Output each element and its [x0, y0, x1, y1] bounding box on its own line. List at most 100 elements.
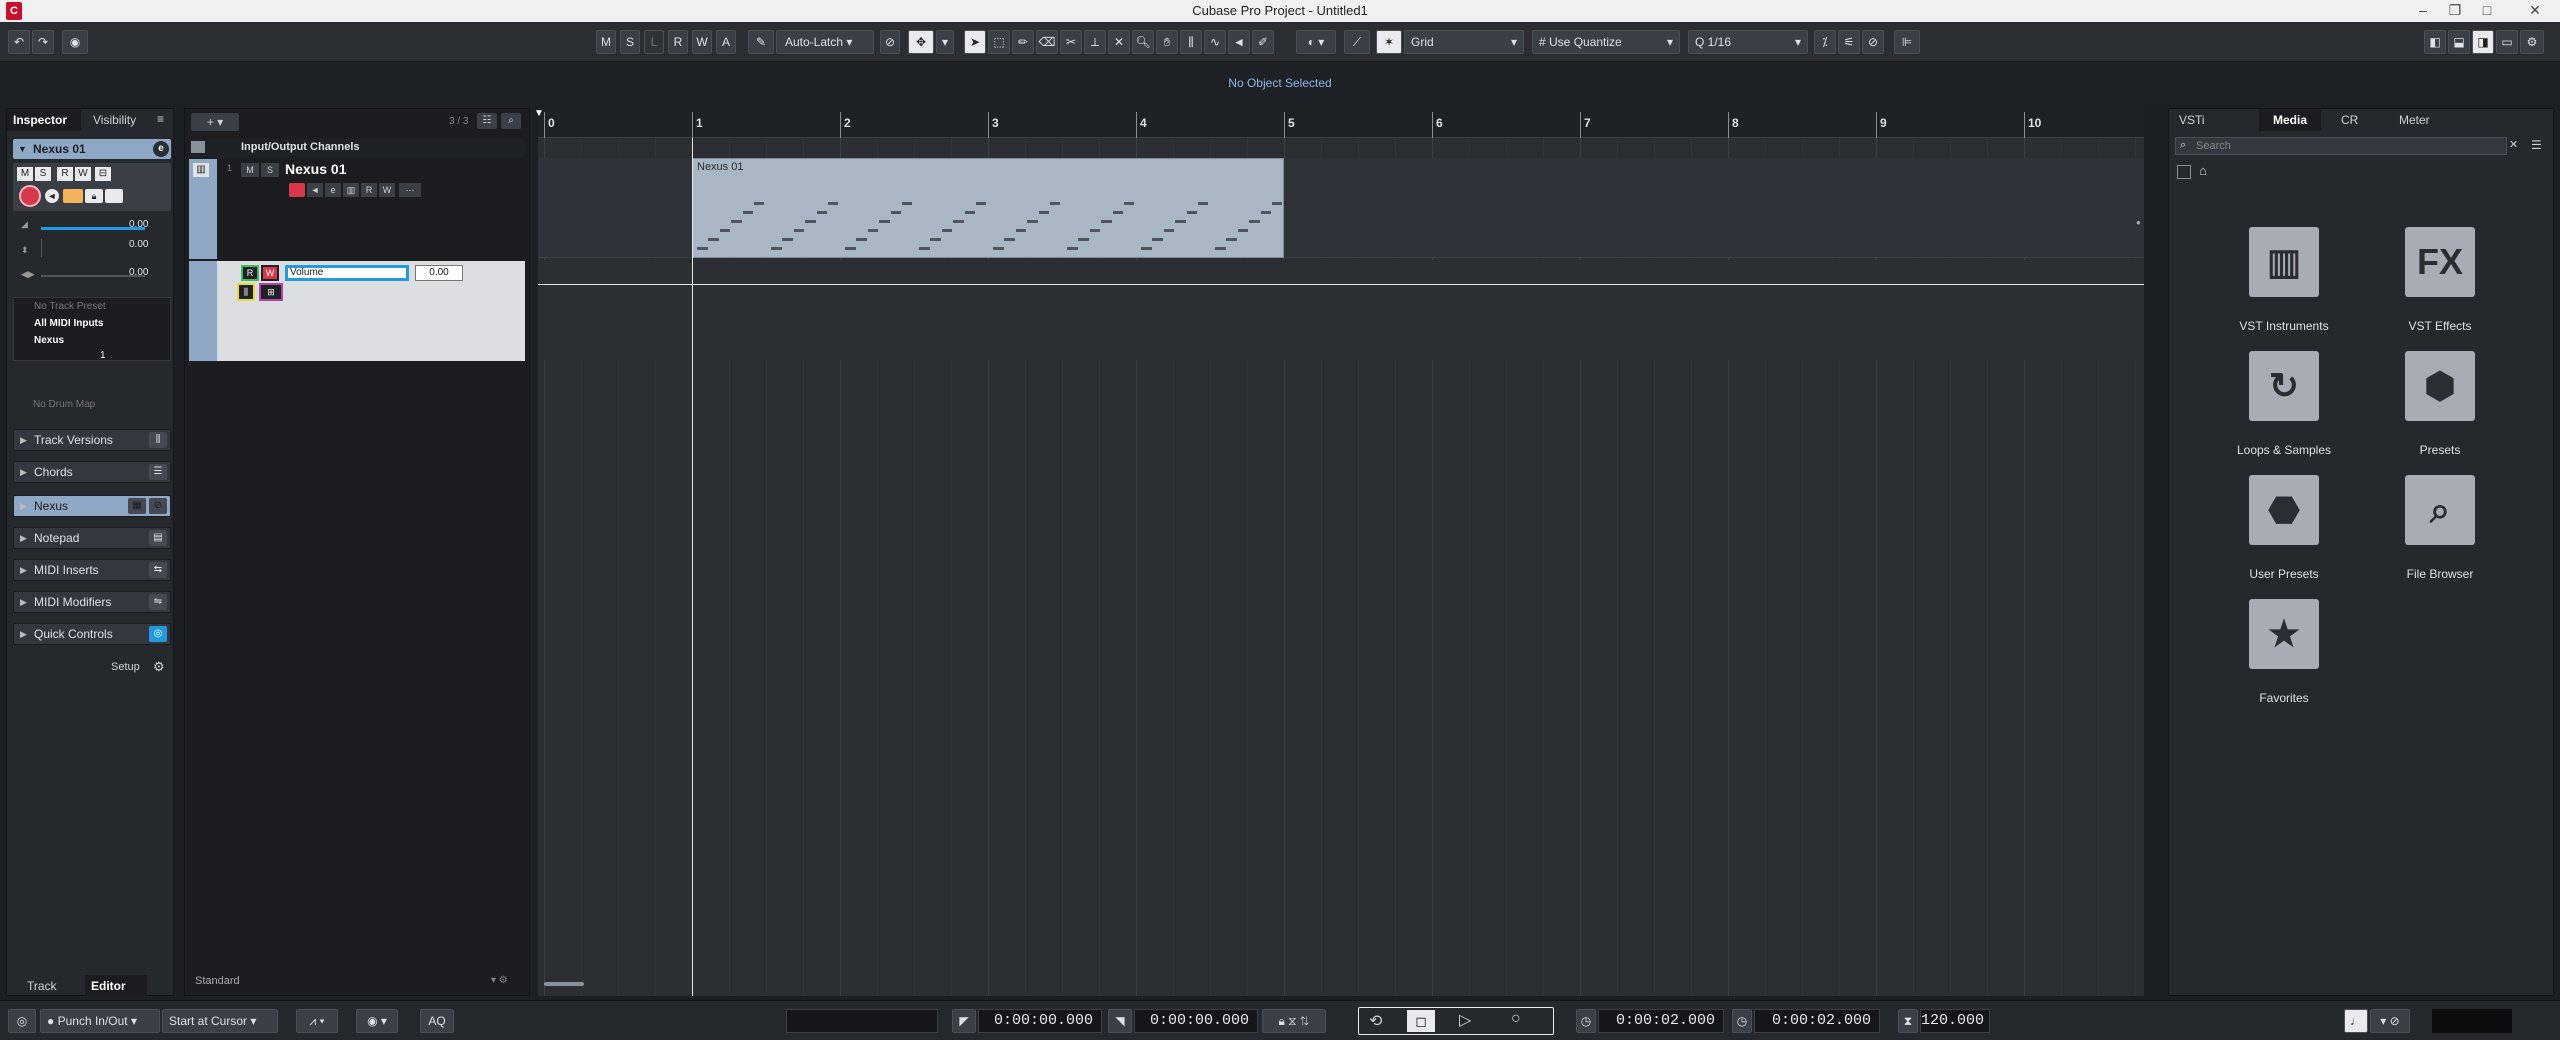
midi-note[interactable] [1152, 238, 1163, 241]
midi-note[interactable] [975, 202, 987, 205]
tile-loops-samples-label[interactable]: Loops & Samples [2204, 443, 2364, 457]
midi-part[interactable]: Nexus 01 [692, 158, 1284, 258]
mute-all-button[interactable]: M [596, 30, 616, 54]
midi-note[interactable] [856, 238, 867, 241]
metronome-settings-icon[interactable]: ▾ ⊘ [2370, 1009, 2410, 1033]
section-nexus[interactable]: ▶ Nexus ▦ ⊘ [13, 495, 171, 517]
midi-modifiers-icon[interactable]: ⇋ [149, 594, 167, 610]
midi-note[interactable] [964, 211, 976, 214]
midi-note[interactable] [1101, 220, 1112, 223]
midi-note[interactable] [867, 229, 879, 232]
edit-instrument-icon[interactable]: ▦ [128, 498, 146, 514]
punch-select[interactable]: ● Punch In/Out ▾ [40, 1009, 160, 1033]
automation-read-button[interactable]: R [241, 265, 259, 281]
secondary-time-display[interactable]: 0:00:02.000 [1754, 1009, 1880, 1033]
track-write-button[interactable]: W [379, 183, 395, 197]
project-sync-icon[interactable]: ◉ ▾ [356, 1009, 398, 1033]
track-read-button[interactable]: R [361, 183, 377, 197]
midi-note[interactable] [1141, 247, 1152, 250]
tile-user-presets-label[interactable]: User Presets [2204, 567, 2364, 581]
monitor-icon[interactable]: ◄ [45, 189, 59, 203]
start-mode-select[interactable]: Start at Cursor ▾ [162, 1009, 278, 1033]
midi-inserts-icon[interactable]: ⇆ [149, 562, 167, 578]
section-midi-modifiers[interactable]: ▶ MIDI Modifiers ⇋ [13, 591, 171, 613]
automation-add-button[interactable]: ⊞ [259, 283, 283, 301]
lanes-icon[interactable]: ⊟ [95, 167, 111, 181]
transport-zone-icon[interactable]: ▭ [2496, 30, 2518, 54]
midi-note[interactable] [1112, 211, 1124, 214]
autoscroll-dropdown-icon[interactable]: ▾ [936, 30, 954, 54]
drum-map-field[interactable]: No Drum Map [33, 399, 95, 410]
midi-note[interactable] [1237, 229, 1249, 232]
tempo-display[interactable]: 120.000 [1920, 1009, 1990, 1033]
section-track-versions[interactable]: ▶ Track Versions ⫼ [13, 429, 171, 451]
stop-icon[interactable]: ◻ [1407, 1010, 1435, 1032]
quantize-reset-icon[interactable]: ⊘ [1862, 30, 1884, 54]
zoom-slider-knob[interactable]: ● [2136, 218, 2141, 227]
solo-button[interactable]: S [35, 167, 51, 181]
midi-note[interactable] [993, 247, 1004, 250]
glue-tool-icon[interactable]: ⟂ [1084, 30, 1106, 54]
tracklist-footer-dropdown-icon[interactable]: ▾ ⚙ [491, 975, 508, 986]
deactivate-icon[interactable]: ⊘ [149, 498, 167, 514]
tab-media[interactable]: Media [2259, 109, 2321, 131]
midi-note[interactable] [827, 202, 839, 205]
midi-note[interactable] [719, 229, 731, 232]
midi-note[interactable] [1249, 220, 1260, 223]
line-tool-icon[interactable]: ∿ [1204, 30, 1226, 54]
constrain-delay-icon[interactable]: ◉ [62, 30, 88, 54]
media-checkbox[interactable] [2177, 165, 2191, 179]
track-preset-field[interactable]: No Track Preset [34, 301, 106, 312]
midi-note[interactable] [901, 202, 913, 205]
automation-lanes-button[interactable]: ⫼ [237, 283, 255, 301]
quantize-preset-select[interactable]: Q 1/16 ▾ [1688, 30, 1808, 54]
tab-meter[interactable]: Meter [2393, 109, 2453, 131]
automation-write-button[interactable]: W [261, 265, 279, 281]
write-automation-button[interactable]: W [692, 30, 712, 54]
loop-icon[interactable]: ↻ [2249, 351, 2319, 421]
section-chords[interactable]: ▶ Chords ☰ [13, 461, 171, 483]
midi-note[interactable] [771, 247, 782, 250]
tile-file-browser-label[interactable]: File Browser [2360, 567, 2520, 581]
notepad-icon[interactable]: ▤ [149, 530, 167, 546]
midi-note[interactable] [1027, 220, 1038, 223]
track-search-icon[interactable]: ⌕ [501, 113, 521, 129]
activate-all-button[interactable]: A [716, 30, 736, 54]
setup-label[interactable]: Setup [111, 661, 140, 673]
maximize-icon[interactable]: □ [2472, 2, 2502, 18]
midi-note[interactable] [1067, 247, 1078, 250]
undo-icon[interactable]: ↶ [8, 30, 30, 54]
quantize-panel-icon[interactable]: ⚟ [1838, 30, 1860, 54]
tab-editor[interactable]: Editor [85, 975, 147, 997]
midi-input-field[interactable]: All MIDI Inputs [34, 318, 103, 329]
midi-note[interactable] [890, 211, 902, 214]
midi-note[interactable] [1004, 238, 1015, 241]
section-notepad[interactable]: ▶ Notepad ▤ [13, 527, 171, 549]
midi-note[interactable] [1215, 247, 1226, 250]
vertical-zoom-bar[interactable]: ● [2134, 138, 2142, 996]
tab-visibility[interactable]: Visibility [87, 109, 151, 131]
tab-vsti[interactable]: VSTi [2173, 109, 2223, 131]
midi-note[interactable] [879, 220, 890, 223]
inspector-menu-icon[interactable]: ≡ [157, 112, 164, 126]
folder-track-row[interactable]: Input/Output Channels [189, 139, 525, 157]
play-tool-icon[interactable]: ◄ [1228, 30, 1250, 54]
midi-output-field[interactable]: Nexus [34, 335, 64, 346]
midi-note[interactable] [708, 238, 719, 241]
primary-time-display[interactable]: 0:00:02.000 [1598, 1009, 1724, 1033]
read-automation-button[interactable]: R [668, 30, 688, 54]
autoscroll-icon[interactable]: ✥ [908, 30, 934, 54]
chords-icon[interactable]: ☰ [149, 464, 167, 480]
section-midi-inserts[interactable]: ▶ MIDI Inserts ⇆ [13, 559, 171, 581]
play-icon[interactable]: ▷ [1459, 1010, 1471, 1030]
object-selection-tool-icon[interactable]: ➤ [964, 30, 986, 54]
midi-note[interactable] [816, 211, 828, 214]
grid-type-select[interactable]: # Use Quantize ▾ [1532, 30, 1680, 54]
automation-track-row[interactable]: R W Volume 0.00 ⫼ ⊞ [189, 261, 525, 361]
midi-note[interactable] [953, 220, 964, 223]
media-search-input[interactable]: ⌕ Search [2175, 137, 2507, 155]
solo-all-button[interactable]: S [620, 30, 640, 54]
horizontal-scrollbar[interactable] [544, 982, 584, 986]
left-locator-time[interactable]: 0:00:00.000 [978, 1009, 1102, 1033]
hexagons-icon[interactable]: ⬢ [2405, 351, 2475, 421]
